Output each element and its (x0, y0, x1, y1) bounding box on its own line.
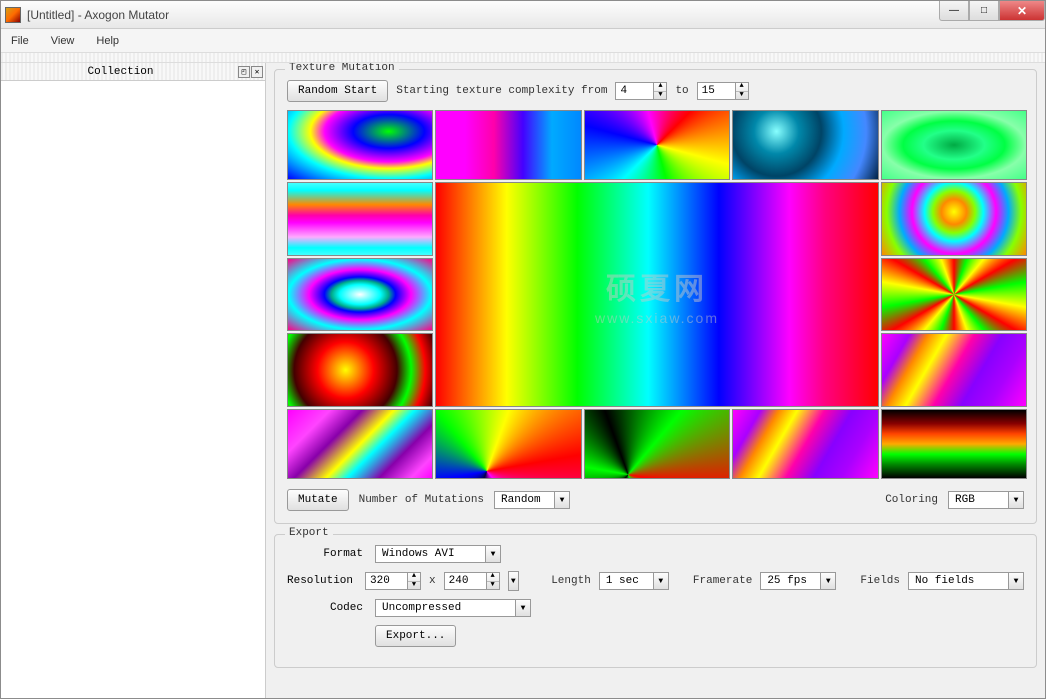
watermark: 硕夏网 www.sxiaw.com (595, 264, 719, 326)
coloring-select[interactable]: ▼ (948, 491, 1024, 509)
mutate-button[interactable]: Mutate (287, 489, 349, 511)
chevron-down-icon[interactable]: ▼ (485, 545, 501, 563)
complexity-to-input[interactable] (697, 82, 735, 100)
framerate-select[interactable]: ▼ (760, 572, 836, 590)
num-mutations-select[interactable]: ▼ (494, 491, 570, 509)
texture-thumb[interactable] (881, 333, 1027, 407)
maximize-button[interactable]: □ (969, 1, 999, 21)
complexity-from-spinner[interactable]: ▲▼ (615, 82, 667, 100)
menu-file[interactable]: File (7, 33, 33, 49)
texture-thumb[interactable] (881, 110, 1027, 180)
export-button[interactable]: Export... (375, 625, 456, 647)
close-button[interactable]: ✕ (999, 1, 1045, 21)
format-value[interactable] (375, 545, 485, 563)
complexity-to-spinner[interactable]: ▲▼ (697, 82, 749, 100)
res-x: x (429, 575, 436, 587)
collection-body[interactable] (1, 81, 265, 698)
chevron-down-icon[interactable]: ▼ (1008, 491, 1024, 509)
texture-thumb[interactable] (881, 258, 1027, 332)
codec-label: Codec (287, 602, 363, 614)
num-mutations-value[interactable] (494, 491, 554, 509)
panel-undock-button[interactable]: ◰ (238, 66, 250, 78)
res-height-input[interactable] (444, 572, 486, 590)
chevron-down-icon[interactable]: ▼ (653, 572, 669, 590)
texture-grid: 硕夏网 www.sxiaw.com (287, 110, 1027, 479)
app-window: [Untitled] - Axogon Mutator — □ ✕ File V… (0, 0, 1046, 699)
complexity-from-down[interactable]: ▼ (654, 92, 666, 100)
texture-thumb[interactable] (287, 182, 433, 256)
chevron-down-icon[interactable]: ▼ (515, 599, 531, 617)
complexity-from-input[interactable] (615, 82, 653, 100)
collection-panel-header: Collection ◰ ✕ (1, 63, 265, 81)
window-title: [Untitled] - Axogon Mutator (27, 8, 1041, 22)
length-value[interactable] (599, 572, 653, 590)
codec-value[interactable] (375, 599, 515, 617)
format-select[interactable]: ▼ (375, 545, 501, 563)
length-label: Length (551, 575, 591, 587)
texture-thumb[interactable] (732, 409, 878, 479)
random-start-button[interactable]: Random Start (287, 80, 388, 102)
menubar: File View Help (1, 29, 1045, 53)
texture-thumb[interactable] (435, 409, 581, 479)
body-area: Collection ◰ ✕ Texture Mutation Random S… (1, 63, 1045, 698)
res-h-down[interactable]: ▼ (487, 582, 499, 590)
codec-select[interactable]: ▼ (375, 599, 531, 617)
texture-thumb[interactable] (584, 409, 730, 479)
menu-help[interactable]: Help (92, 33, 123, 49)
texture-mutation-group: Texture Mutation Random Start Starting t… (274, 69, 1037, 524)
texture-thumb[interactable] (287, 333, 433, 407)
fields-value[interactable] (908, 572, 1008, 590)
coloring-value[interactable] (948, 491, 1008, 509)
res-height-spinner[interactable]: ▲▼ (444, 572, 500, 590)
minimize-button[interactable]: — (939, 1, 969, 21)
export-title: Export (285, 527, 333, 539)
to-label: to (675, 85, 688, 97)
texture-thumb[interactable] (584, 110, 730, 180)
res-width-spinner[interactable]: ▲▼ (365, 572, 421, 590)
fields-label: Fields (860, 575, 900, 587)
fields-select[interactable]: ▼ (908, 572, 1024, 590)
watermark-sub: www.sxiaw.com (595, 310, 719, 326)
coloring-label: Coloring (885, 494, 938, 506)
framerate-label: Framerate (693, 575, 752, 587)
titlebar[interactable]: [Untitled] - Axogon Mutator — □ ✕ (1, 1, 1045, 29)
collection-title: Collection (87, 66, 153, 78)
texture-thumb[interactable] (287, 409, 433, 479)
chevron-down-icon[interactable]: ▼ (820, 572, 836, 590)
watermark-main: 硕夏网 (595, 264, 719, 308)
texture-thumb[interactable] (435, 110, 581, 180)
resolution-preset-button[interactable]: ▼ (508, 571, 519, 591)
framerate-value[interactable] (760, 572, 820, 590)
texture-mutation-title: Texture Mutation (285, 63, 399, 74)
menu-view[interactable]: View (47, 33, 79, 49)
main-area: Texture Mutation Random Start Starting t… (266, 63, 1045, 698)
res-width-input[interactable] (365, 572, 407, 590)
length-select[interactable]: ▼ (599, 572, 669, 590)
chevron-down-icon[interactable]: ▼ (1008, 572, 1024, 590)
resolution-label: Resolution (287, 575, 353, 587)
complexity-to-down[interactable]: ▼ (736, 92, 748, 100)
toolbar-strip (1, 53, 1045, 63)
window-buttons: — □ ✕ (939, 1, 1045, 21)
texture-thumb[interactable] (881, 409, 1027, 479)
texture-thumb[interactable] (287, 110, 433, 180)
texture-center[interactable]: 硕夏网 www.sxiaw.com (435, 182, 879, 407)
panel-close-button[interactable]: ✕ (251, 66, 263, 78)
texture-thumb[interactable] (287, 258, 433, 332)
complexity-label: Starting texture complexity from (396, 85, 607, 97)
chevron-down-icon[interactable]: ▼ (554, 491, 570, 509)
res-w-down[interactable]: ▼ (408, 582, 420, 590)
format-label: Format (287, 548, 363, 560)
app-icon (5, 7, 21, 23)
num-mutations-label: Number of Mutations (359, 494, 484, 506)
texture-thumb[interactable] (732, 110, 878, 180)
texture-thumb[interactable] (881, 182, 1027, 256)
sidebar: Collection ◰ ✕ (1, 63, 266, 698)
export-group: Export Format ▼ Resolution ▲▼ x (274, 534, 1037, 668)
